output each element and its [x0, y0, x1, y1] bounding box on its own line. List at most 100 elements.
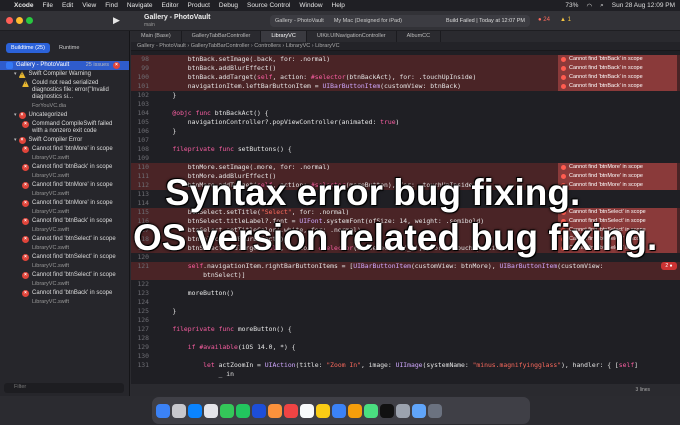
menu-view[interactable]: View — [82, 2, 96, 9]
menu-window[interactable]: Window — [299, 2, 322, 9]
menu-edit[interactable]: Edit — [62, 2, 73, 9]
code-line[interactable]: 108 fileprivate func setButtons() { — [131, 145, 680, 154]
filter-input[interactable]: Filter — [4, 383, 124, 393]
menu-product[interactable]: Product — [187, 2, 209, 9]
code-line[interactable]: 102 } — [131, 91, 680, 100]
minimize-window-button[interactable] — [16, 17, 23, 24]
tab-albumcc[interactable]: AlbumCC — [397, 31, 442, 42]
code-text[interactable]: fileprivate func setButtons() { — [157, 145, 291, 154]
code-line[interactable]: 122 — [131, 280, 680, 289]
run-icon[interactable]: ▶ — [113, 15, 120, 26]
issue-item[interactable]: × Cannot find 'btnSelect' in scope — [0, 253, 129, 262]
tab-gallery-tabbar[interactable]: GalleryTabBarController — [182, 31, 262, 42]
issue-item[interactable]: × Cannot find 'btnBack' in scope — [0, 163, 129, 172]
safari-icon[interactable] — [204, 403, 218, 418]
code-text[interactable]: fileprivate func moreButton() { — [157, 325, 291, 334]
code-text[interactable]: btnMore.addBlurEffect() — [157, 172, 277, 181]
code-text[interactable]: btnSelect.addTarget(self, action: #selec… — [157, 244, 507, 253]
breadcrumb[interactable]: Gallery - PhotoVault › GalleryTabBarCont… — [131, 42, 680, 51]
terminal-icon[interactable] — [380, 403, 394, 418]
wifi-icon[interactable]: ◠ — [586, 2, 592, 10]
code-line[interactable]: 120 — [131, 253, 680, 262]
code-line[interactable]: 106 } — [131, 127, 680, 136]
tab-uinavigationcontroller[interactable]: UIKit.UINavigationController — [307, 31, 397, 42]
inline-error-message[interactable]: Cannot find 'btnSelect' in scope — [558, 208, 677, 217]
code-line[interactable]: 117 btnSelect.setTitleColor(.white, for:… — [131, 226, 680, 235]
code-line[interactable]: 98 btnBack.setImage(.back, for: .normal)… — [131, 55, 680, 64]
issue-item[interactable]: × Cannot find 'btnMore' in scope — [0, 181, 129, 190]
code-line[interactable]: 100 btnBack.addTarget(self, action: #sel… — [131, 73, 680, 82]
menu-debug[interactable]: Debug — [219, 2, 238, 9]
issue-file-name[interactable]: LibraryVC.swift — [0, 226, 129, 235]
chevron-down-icon[interactable]: ▾ — [14, 71, 17, 78]
code-text[interactable]: } — [157, 127, 176, 136]
code-line[interactable]: 125 } — [131, 307, 680, 316]
battery-percent[interactable]: 73% — [565, 2, 578, 9]
close-window-button[interactable] — [6, 17, 13, 24]
code-line[interactable]: 103 — [131, 100, 680, 109]
xcode-icon[interactable] — [252, 403, 266, 418]
inline-error-message[interactable]: Cannot find 'btnBack' in scope — [558, 55, 677, 64]
issue-item[interactable]: ▾ × Swift Compiler Error — [0, 136, 129, 145]
zoom-window-button[interactable] — [26, 17, 33, 24]
code-line[interactable]: 119 btnSelect.addTarget(self, action: #s… — [131, 244, 680, 253]
inline-error-message[interactable]: Cannot find 'btnBack' in scope — [558, 73, 677, 82]
code-text[interactable]: navigationController?.popViewController(… — [157, 118, 400, 127]
code-line[interactable]: 101 navigationItem.leftBarButtonItem = U… — [131, 82, 680, 91]
search-icon[interactable]: ⌕ — [600, 2, 604, 10]
code-line[interactable]: 112 btnMore.addTarget(self, action: #sel… — [131, 181, 680, 190]
code-line[interactable]: 111 btnMore.addBlurEffect() Cannot find '… — [131, 172, 680, 181]
code-line[interactable]: 114 — [131, 199, 680, 208]
sketch-icon[interactable] — [348, 403, 362, 418]
code-text[interactable]: btnBack.addTarget(self, action: #selecto… — [157, 73, 477, 82]
code-text[interactable]: btnSelect.titleLabel?.font = UIFont.syst… — [157, 217, 484, 226]
code-text[interactable]: btnBack.addBlurEffect() — [157, 64, 277, 73]
code-text[interactable]: btnMore.addTarget(self, action: #selecto… — [157, 181, 477, 190]
source-code[interactable]: 98 btnBack.setImage(.back, for: .normal)… — [131, 55, 680, 387]
code-line[interactable]: 109 — [131, 154, 680, 163]
code-text[interactable]: btnBack.setImage(.back, for: .normal) — [157, 55, 330, 64]
issue-file-name[interactable]: ForYouVC.dia — [0, 102, 129, 111]
code-text[interactable]: self.navigationItem.rightBarButtonItems … — [157, 262, 604, 271]
menu-editor[interactable]: Editor — [162, 2, 179, 9]
code-line[interactable]: 110 btnMore.setImage(.more, for: .normal… — [131, 163, 680, 172]
issue-item[interactable]: Gallery - PhotoVault 25 issues × — [0, 61, 129, 70]
issue-file-name[interactable]: LibraryVC.swift — [0, 244, 129, 253]
messages-icon[interactable] — [220, 403, 234, 418]
calendar-icon[interactable] — [300, 403, 314, 418]
inline-error-message[interactable]: Cannot find 'btnMore' in scope — [558, 181, 677, 190]
code-text[interactable]: btnSelect.setTitle("Select", for: .norma… — [157, 208, 350, 217]
scheme-selector[interactable]: Gallery - PhotoVault My Mac (Designed fo… — [270, 15, 530, 27]
code-line[interactable]: 99 btnBack.addBlurEffect() Cannot find 'b… — [131, 64, 680, 73]
sourcetree-icon[interactable] — [364, 403, 378, 418]
issue-item[interactable]: × Cannot find 'btnSelect' in scope — [0, 271, 129, 280]
code-text[interactable]: navigationItem.leftBarButtonItem = UIBar… — [157, 82, 461, 91]
menu-navigate[interactable]: Navigate — [127, 2, 153, 9]
menu-help[interactable]: Help — [332, 2, 345, 9]
issue-file-name[interactable]: LibraryVC.swift — [0, 280, 129, 289]
scheme-name[interactable]: Gallery - PhotoVault — [275, 18, 324, 24]
inline-error-message[interactable]: Cannot find 'btnMore' in scope — [558, 172, 677, 181]
issue-item[interactable]: × Cannot find 'btnMore' in scope — [0, 145, 129, 154]
skype-icon[interactable] — [332, 403, 346, 418]
code-text[interactable]: btnSelect.addBlurEffect() — [157, 235, 284, 244]
music-icon[interactable] — [284, 403, 298, 418]
code-line[interactable]: 105 navigationController?.popViewControl… — [131, 118, 680, 127]
launchpad-icon[interactable] — [172, 403, 186, 418]
code-line[interactable]: 116 btnSelect.titleLabel?.font = UIFont.… — [131, 217, 680, 226]
tab-runtime[interactable]: Runtime — [54, 43, 84, 53]
code-text[interactable]: } — [157, 91, 176, 100]
code-text[interactable]: btnSelect)] — [157, 271, 245, 280]
code-text[interactable]: @objc func btnBackAct() { — [157, 109, 268, 118]
issue-file-name[interactable]: LibraryVC.swift — [0, 298, 129, 307]
code-line[interactable]: 130 — [131, 352, 680, 361]
issue-file-name[interactable]: LibraryVC.swift — [0, 190, 129, 199]
chevron-down-icon[interactable]: ▾ — [14, 112, 17, 119]
code-text[interactable]: if #available(iOS 14.0, *) { — [157, 343, 296, 352]
inline-error-message[interactable]: Cannot find 'btnSelect' in scope — [558, 226, 677, 235]
inline-error-message[interactable]: Cannot find 'btnSelect' in scope — [558, 217, 677, 226]
code-line[interactable]: 118 btnSelect.addBlurEffect() Cannot find… — [131, 235, 680, 244]
error-count-badge[interactable]: 2 ● — [661, 262, 677, 270]
tab-libraryvc[interactable]: LibraryVC — [261, 31, 307, 42]
destination-name[interactable]: My Mac (Designed for iPad) — [334, 18, 402, 24]
